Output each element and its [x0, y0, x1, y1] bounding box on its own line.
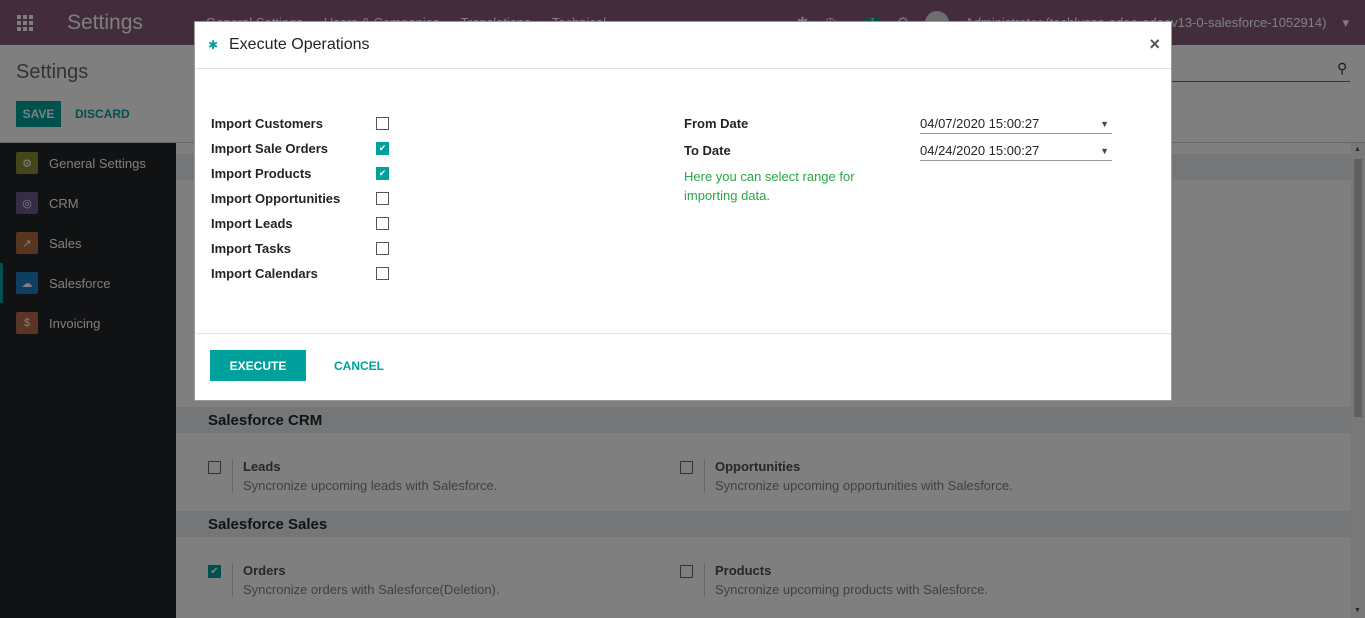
import-sale-orders-label: Import Sale Orders [211, 140, 329, 156]
import-products-checkbox[interactable]: ✔ [376, 166, 389, 180]
cancel-button[interactable]: CANCEL [334, 350, 384, 381]
from-date-field[interactable]: 04/07/2020 15:00:27 ▼ [920, 114, 1112, 134]
caret-down-icon[interactable]: ▼ [1100, 146, 1109, 156]
import-sale-orders-checkbox[interactable]: ✔ [376, 141, 389, 155]
to-date-field[interactable]: 04/24/2020 15:00:27 ▼ [920, 141, 1112, 161]
import-products-row: Import Products ✔ [211, 163, 389, 183]
import-leads-row: Import Leads [211, 213, 389, 233]
from-date-label: From Date [684, 116, 749, 131]
import-opportunities-row: Import Opportunities [211, 188, 389, 208]
bug-icon: ✱ [207, 38, 219, 52]
dialog-footer: EXECUTE CANCEL [195, 333, 1171, 400]
date-range-hint: Here you can select range for importing … [684, 169, 855, 203]
import-leads-label: Import Leads [211, 215, 293, 231]
close-icon[interactable]: × [1149, 34, 1160, 55]
import-sale-orders-row: Import Sale Orders ✔ [211, 138, 389, 158]
execute-button[interactable]: EXECUTE [210, 350, 306, 381]
import-leads-checkbox[interactable] [376, 216, 389, 230]
import-tasks-row: Import Tasks [211, 238, 389, 258]
import-customers-label: Import Customers [211, 115, 323, 131]
dialog-header: ✱ Execute Operations × [195, 22, 1171, 69]
import-products-label: Import Products [211, 165, 312, 181]
import-customers-row: Import Customers [211, 113, 389, 133]
import-calendars-row: Import Calendars [211, 263, 389, 283]
import-opportunities-checkbox[interactable] [376, 191, 389, 205]
import-tasks-label: Import Tasks [211, 240, 291, 256]
import-calendars-label: Import Calendars [211, 265, 318, 281]
to-date-label: To Date [684, 143, 731, 158]
from-date-value: 04/07/2020 15:00:27 [920, 116, 1040, 131]
caret-down-icon[interactable]: ▼ [1100, 119, 1109, 129]
dialog-title: Execute Operations [229, 36, 370, 53]
execute-operations-dialog: ✱ Execute Operations × Import Customers … [194, 21, 1172, 401]
import-calendars-checkbox[interactable] [376, 266, 389, 280]
import-opportunities-label: Import Opportunities [211, 190, 341, 206]
to-date-value: 04/24/2020 15:00:27 [920, 143, 1040, 158]
import-customers-checkbox[interactable] [376, 116, 389, 130]
import-tasks-checkbox[interactable] [376, 241, 389, 255]
